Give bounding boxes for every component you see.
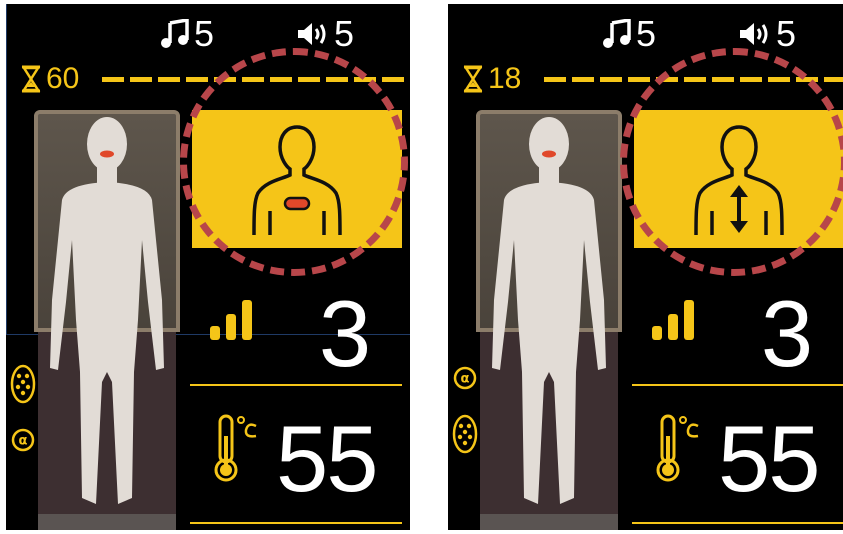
svg-text:α: α bbox=[19, 434, 28, 449]
music-status[interactable]: 5 bbox=[160, 14, 214, 54]
music-status[interactable]: 5 bbox=[602, 14, 656, 54]
divider bbox=[190, 384, 402, 386]
body-figure-icon bbox=[492, 117, 606, 504]
roller-ball-icon[interactable] bbox=[10, 364, 36, 404]
alpha-wave-icon[interactable]: α bbox=[11, 428, 35, 452]
timer-progress bbox=[102, 77, 408, 82]
strength-value: 3 bbox=[760, 281, 814, 386]
hourglass-icon bbox=[21, 65, 41, 93]
timer-value: 18 bbox=[488, 62, 522, 95]
speaker-icon bbox=[740, 23, 768, 45]
upper-body-updown-arrow-icon bbox=[694, 125, 784, 236]
divider bbox=[190, 522, 402, 524]
divider bbox=[632, 384, 843, 386]
music-level: 5 bbox=[636, 13, 657, 54]
massage-screen-right: 5 5 18 α 3 55 bbox=[448, 4, 843, 530]
massage-bed bbox=[476, 110, 622, 530]
volume-status[interactable]: 5 bbox=[296, 14, 354, 54]
temperature-value: 55 bbox=[718, 406, 821, 511]
music-note-icon bbox=[603, 19, 631, 48]
signal-bars-icon bbox=[652, 300, 694, 340]
roller-ball-icon[interactable] bbox=[452, 414, 478, 454]
timer: 18 bbox=[462, 62, 843, 96]
volume-level: 5 bbox=[776, 13, 797, 54]
timer-progress bbox=[544, 77, 843, 82]
alpha-wave-icon[interactable]: α bbox=[453, 366, 477, 390]
speaker-icon bbox=[298, 23, 326, 45]
massage-mode-card[interactable] bbox=[634, 110, 843, 248]
strength-level[interactable]: 3 bbox=[202, 284, 402, 384]
timer-value: 60 bbox=[46, 62, 80, 95]
timer: 60 bbox=[20, 62, 410, 96]
volume-status[interactable]: 5 bbox=[738, 14, 796, 54]
music-level: 5 bbox=[194, 13, 215, 54]
svg-text:α: α bbox=[461, 372, 470, 387]
temperature-value: 55 bbox=[276, 406, 379, 511]
thermometer-celsius-icon bbox=[214, 414, 257, 482]
strength-level[interactable]: 3 bbox=[644, 284, 843, 384]
body-figure-icon bbox=[50, 117, 164, 504]
massage-mode-card[interactable] bbox=[192, 110, 402, 248]
divider bbox=[632, 522, 843, 524]
temperature-level[interactable]: 55 bbox=[654, 404, 843, 514]
massage-screen-left: 5 5 60 α 3 55 bbox=[6, 4, 410, 530]
signal-bars-icon bbox=[210, 300, 252, 340]
temperature-level[interactable]: 55 bbox=[212, 404, 402, 514]
massage-bed bbox=[34, 110, 180, 530]
hourglass-icon bbox=[463, 65, 483, 93]
upper-body-chest-point-icon bbox=[252, 125, 342, 236]
music-note-icon bbox=[161, 19, 189, 48]
strength-value: 3 bbox=[318, 281, 372, 386]
neck-point-marker bbox=[542, 150, 556, 158]
thermometer-celsius-icon bbox=[656, 414, 699, 482]
volume-level: 5 bbox=[334, 13, 355, 54]
neck-point-marker bbox=[100, 150, 114, 158]
